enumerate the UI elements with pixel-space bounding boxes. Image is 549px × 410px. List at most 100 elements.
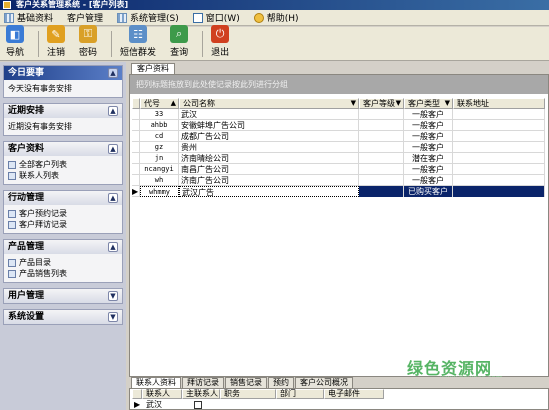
current-row-icon: ▶ [132,186,140,197]
search-button[interactable]: ⌕ 查询 [170,25,188,60]
password-button[interactable]: ⚿ 密码 [79,25,97,60]
exit-button[interactable]: ⏻ 退出 [211,25,229,60]
sidebar-header-upcoming[interactable]: 近期安排 ▲ [4,104,122,118]
window-title: 客户关系管理系统 - [客户列表] [16,0,129,9]
menu-window[interactable]: 窗口(W) [192,11,240,24]
table-row[interactable]: jn 济南晴绘公司 潜在客户 [132,153,545,164]
sidebar-header-actions[interactable]: 行动管理 ▲ [4,191,122,205]
column-header-primary-contact[interactable]: 主联系人 [182,389,220,399]
sidebar: 今日要事 ▲ 今天没有事务安排 近期安排 ▲ 近期没有事务安排 客户资料 ▲ 全部客户… [0,62,126,410]
column-header-code[interactable]: 代号 ▲ [140,98,179,109]
sidebar-group-settings: 系统设置 ▼ [3,309,123,325]
table-row[interactable]: ncangyi 南昌广告公司 一般客户 [132,164,545,175]
toolbar-separator [202,31,204,57]
menu-customer-management[interactable]: 客户管理 [67,11,103,24]
column-header-email[interactable]: 电子邮件 [324,389,384,399]
visit-icon [8,220,16,229]
table-row[interactable]: wh 济南广告公司 一般客户 [132,175,545,186]
sidebar-header-products[interactable]: 产品管理 ▲ [4,240,122,254]
customer-list-icon [8,160,16,169]
column-header-level[interactable]: 客户等级 ▼ [359,98,404,109]
row-indicator-header [132,98,140,109]
row-indicator-header [132,389,142,399]
contacts-grid: 联系人 主联系人 职务 部门 电子邮件 ▶ 武汉 [129,388,549,410]
contacts-icon [8,171,16,180]
primary-contact-checkbox[interactable] [194,401,202,409]
table-row[interactable]: ahbb 安徽蚌埠广告公司 一般客户 [132,120,545,131]
column-header-type[interactable]: 客户类型 ▼ [404,98,453,109]
navigate-icon: ◧ [6,25,24,43]
customer-grid: 把列标题拖放到此处使记录按此列进行分组 代号 ▲ 公司名称 ▼ 客户等级 ▼ 客户类型… [129,74,549,377]
main-tabbar: 客户资料 [129,63,549,74]
menu-basic-data[interactable]: 基础资料 [4,11,53,24]
expand-icon[interactable]: ▼ [108,291,118,301]
column-header-title[interactable]: 职务 [220,389,276,399]
table-row-selected[interactable]: ▶ whmmy 武汉广告 已购买客户 [132,186,545,197]
detail-tabbar: 联系人资料 拜访记录 销售记录 预约 客户公司概况 [129,377,549,388]
column-header-address[interactable]: 联系地址 [453,98,545,109]
tab-sales[interactable]: 销售记录 [225,377,267,388]
table-row[interactable]: ▶ 武汉 [132,400,432,409]
sidebar-header-settings[interactable]: 系统设置 ▼ [4,310,122,324]
tab-customer-info[interactable]: 客户资料 [131,63,175,74]
collapse-icon[interactable]: ▲ [108,193,118,203]
menu-help[interactable]: 帮助(H) [253,11,299,24]
sidebar-group-actions: 行动管理 ▲ 客户预约记录 客户拜访记录 [3,190,123,234]
current-row-icon: ▶ [134,400,141,409]
sidebar-item-product-sales[interactable]: 产品销售列表 [8,268,118,279]
help-icon [253,12,264,23]
sidebar-item-no-tasks-today: 今天没有事务安排 [8,84,72,93]
sidebar-item-product-catalog[interactable]: 产品目录 [8,257,118,268]
menu-system-management[interactable]: 系统管理(S) [117,11,179,24]
filter-dropdown-icon[interactable]: ▼ [445,99,450,108]
product-icon [8,258,16,267]
appointment-icon [8,209,16,218]
tab-appointments[interactable]: 预约 [268,377,294,388]
group-by-panel[interactable]: 把列标题拖放到此处使记录按此列进行分组 [130,75,548,94]
collapse-icon[interactable]: ▲ [108,144,118,154]
navigate-button[interactable]: ◧ 导航 [6,25,24,60]
column-header-contact[interactable]: 联系人 [142,389,182,399]
table-row[interactable]: gz 贵州 一般客户 [132,142,545,153]
sidebar-header-users[interactable]: 用户管理 ▼ [4,289,122,303]
logout-button[interactable]: ✎ 注销 [47,25,65,60]
window-titlebar: 客户关系管理系统 - [客户列表] [0,0,549,10]
sidebar-item-contacts[interactable]: 联系人列表 [8,170,118,181]
sidebar-item-visits[interactable]: 客户拜访记录 [8,219,118,230]
collapse-icon[interactable]: ▲ [108,242,118,252]
sidebar-item-appointments[interactable]: 客户预约记录 [8,208,118,219]
menu-bar: 基础资料 客户管理 系统管理(S) 窗口(W) 帮助(H) [0,10,549,26]
app-icon [3,1,11,9]
exit-icon: ⏻ [211,25,230,43]
expand-icon[interactable]: ▼ [108,312,118,322]
sidebar-item-no-upcoming: 近期没有事务安排 [8,122,72,131]
sms-icon: ☷ [129,25,148,43]
collapse-icon[interactable]: ▲ [108,106,118,116]
table-row[interactable]: cd 成都广告公司 一般客户 [132,131,545,142]
sidebar-group-products: 产品管理 ▲ 产品目录 产品销售列表 [3,239,123,283]
sidebar-group-users: 用户管理 ▼ [3,288,123,304]
tab-company-overview[interactable]: 客户公司概况 [295,377,353,388]
filter-dropdown-icon[interactable]: ▼ [351,99,356,108]
sidebar-group-upcoming: 近期安排 ▲ 近期没有事务安排 [3,103,123,136]
grid-icon [117,12,128,23]
sidebar-header-customers[interactable]: 客户资料 ▲ [4,142,122,156]
toolbar: ◧ 导航 ✎ 注销 ⚿ 密码 ☷ 短信群发 ⌕ 查询 ⏻ 退出 [0,25,549,61]
toolbar-separator [111,31,113,57]
column-header-company[interactable]: 公司名称 ▼ [179,98,359,109]
sales-icon [8,269,16,278]
table-row[interactable]: 33 武汉 一般客户 [132,109,545,120]
sidebar-header-today[interactable]: 今日要事 ▲ [4,66,122,80]
window-icon [192,12,203,23]
collapse-icon[interactable]: ▲ [108,68,118,78]
sidebar-item-all-customers[interactable]: 全部客户列表 [8,159,118,170]
sms-broadcast-button[interactable]: ☷ 短信群发 [120,25,156,60]
tab-contacts[interactable]: 联系人资料 [131,377,181,388]
toolbar-separator [38,31,40,57]
column-header-department[interactable]: 部门 [276,389,324,399]
tab-visits[interactable]: 拜访记录 [182,377,224,388]
logout-icon: ✎ [47,25,66,43]
grid-icon [4,12,14,23]
sort-ascending-icon: ▲ [170,99,176,107]
filter-dropdown-icon[interactable]: ▼ [396,99,401,108]
